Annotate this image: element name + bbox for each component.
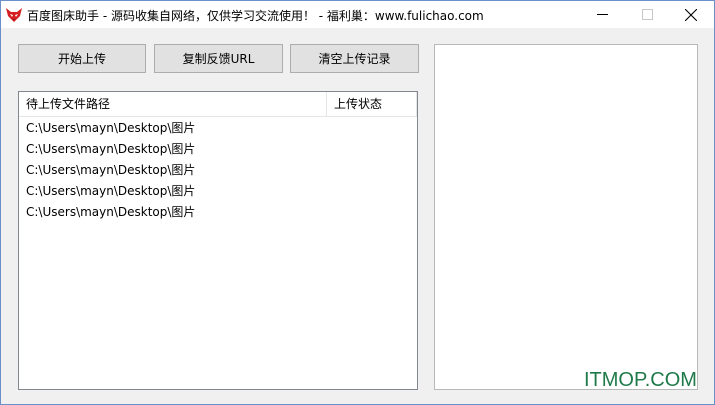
image-preview-panel — [434, 44, 698, 390]
list-header: 待上传文件路径 上传状态 — [19, 92, 417, 117]
start-upload-button[interactable]: 开始上传 — [18, 44, 146, 73]
watermark: ITMOP.COM — [584, 369, 697, 391]
list-item[interactable]: C:\Users\mayn\Desktop\图片 — [19, 202, 417, 223]
window-title: 百度图床助手 - 源码收集自网络，仅供学习交流使用！ - 福利巢：www.ful… — [27, 9, 484, 23]
list-item[interactable]: C:\Users\mayn\Desktop\图片 — [19, 160, 417, 181]
list-item[interactable]: C:\Users\mayn\Desktop\图片 — [19, 118, 417, 139]
copy-url-button[interactable]: 复制反馈URL — [154, 44, 283, 73]
column-header-status[interactable]: 上传状态 — [327, 92, 417, 116]
clear-records-button[interactable]: 清空上传记录 — [290, 44, 419, 73]
list-item[interactable]: C:\Users\mayn\Desktop\图片 — [19, 181, 417, 202]
list-item[interactable]: C:\Users\mayn\Desktop\图片 — [19, 139, 417, 160]
close-button[interactable] — [668, 1, 714, 28]
minimize-button[interactable] — [579, 1, 625, 28]
app-window: 百度图床助手 - 源码收集自网络，仅供学习交流使用！ - 福利巢：www.ful… — [0, 0, 715, 405]
maximize-button[interactable] — [624, 1, 670, 28]
list-rows: C:\Users\mayn\Desktop\图片 C:\Users\mayn\D… — [19, 118, 417, 223]
column-header-path[interactable]: 待上传文件路径 — [19, 92, 327, 116]
title-bar[interactable]: 百度图床助手 - 源码收集自网络，仅供学习交流使用！ - 福利巢：www.ful… — [1, 1, 714, 28]
fox-icon — [5, 6, 23, 24]
file-list[interactable]: 待上传文件路径 上传状态 C:\Users\mayn\Desktop\图片 C:… — [18, 91, 418, 390]
